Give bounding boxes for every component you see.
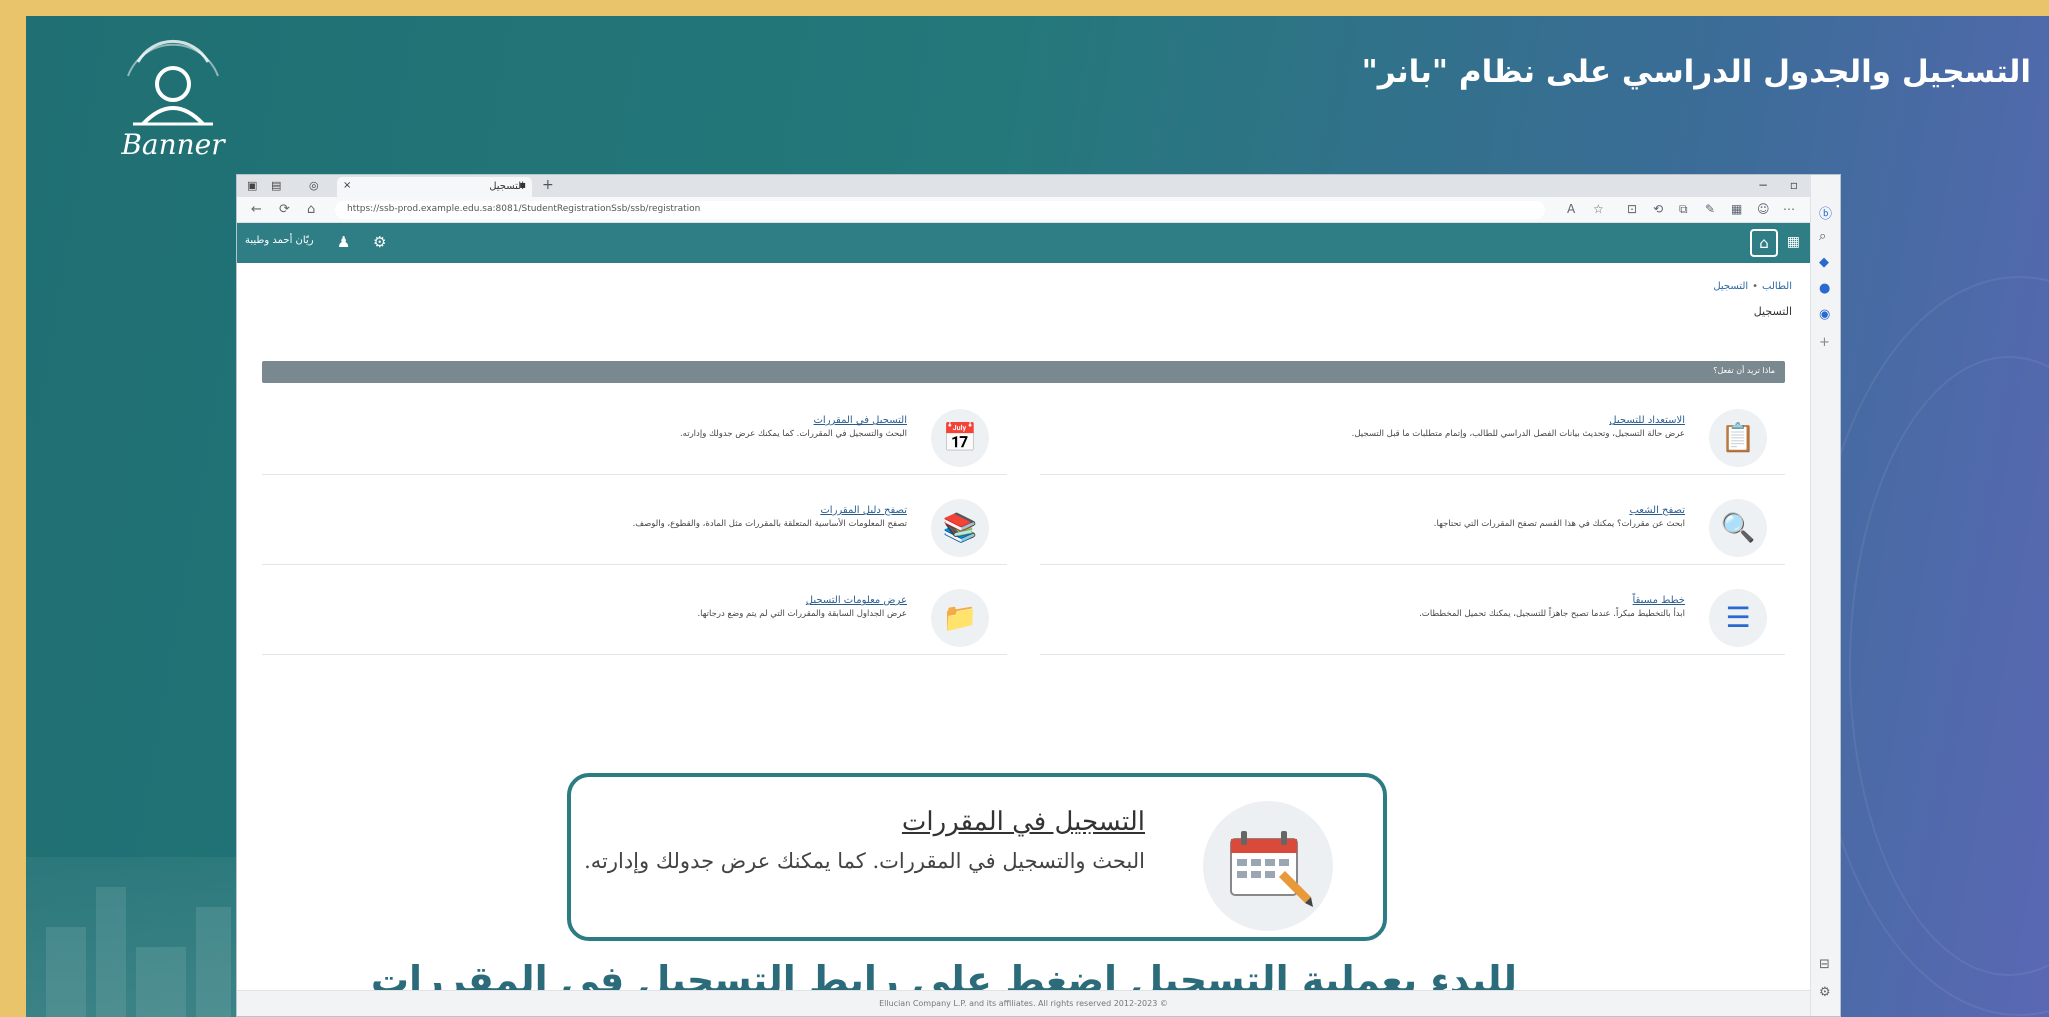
collections-icon[interactable]: ▦ xyxy=(1731,202,1742,216)
split-screen-icon[interactable]: ⊟ xyxy=(1819,957,1830,972)
slide-background: Banner التسجيل والجدول الدراسي على نظام … xyxy=(26,16,2049,1017)
back-icon[interactable]: ← xyxy=(251,202,262,217)
tab-site-icon: ▪ xyxy=(519,180,526,191)
card-browse-classes: 🔍 تصفح الشعب ابحث عن مقررات؟ يمكنك في هذ… xyxy=(1040,485,1785,565)
browser-side-panel: ⓑ ⌕ ◆ ● ◉ + ⊟ ⚙ xyxy=(1810,175,1840,1016)
home-icon[interactable]: ⌂ xyxy=(1750,229,1778,257)
favorite-star-icon[interactable]: ☆ xyxy=(1593,202,1604,216)
browser-tab[interactable]: × التسجيل ▪ xyxy=(337,177,532,197)
banner-logo: Banner xyxy=(98,32,248,162)
browser-window: ▣ ▤ ◎ × التسجيل ▪ + − ▫ × ← ⟳ ⌂ https://… xyxy=(236,174,1841,1017)
page-title: التسجيل xyxy=(1753,305,1792,318)
calendar-edit-icon xyxy=(1203,801,1333,931)
lock-icon: ⌂ xyxy=(307,202,316,217)
banner-logo-icon xyxy=(127,39,219,126)
logo-wordmark: Banner xyxy=(121,128,225,161)
browse-classes-link[interactable]: تصفح الشعب xyxy=(1629,505,1685,516)
callout-description: البحث والتسجيل في المقررات. كما يمكنك عر… xyxy=(584,849,1145,873)
extension-icon[interactable]: ⟲ xyxy=(1653,202,1663,216)
card-description: تصفح المعلومات الأساسية المتعلقة بالمقرر… xyxy=(632,519,907,529)
tab-actions-icon[interactable]: ▤ xyxy=(271,179,285,192)
sidebar-games-icon[interactable]: ● xyxy=(1819,281,1830,296)
minimize-icon[interactable]: − xyxy=(1758,178,1768,192)
calendar-edit-icon: 📅 xyxy=(931,409,989,467)
breadcrumb-registration[interactable]: التسجيل xyxy=(1713,281,1748,292)
address-bar-row: ← ⟳ ⌂ https://ssb-prod.example.edu.sa:80… xyxy=(237,197,1840,223)
user-name[interactable]: ريّان أحمد وطيبة xyxy=(245,235,314,246)
plan-list-icon: ☰ xyxy=(1709,589,1767,647)
url-field[interactable]: https://ssb-prod.example.edu.sa:8081/Stu… xyxy=(335,201,1545,219)
user-icon[interactable]: ♟ xyxy=(337,233,350,251)
slide-title: التسجيل والجدول الدراسي على نظام "بانر" xyxy=(1361,54,2031,90)
bing-chat-icon[interactable]: ⓑ xyxy=(1819,203,1832,222)
course-catalog-link[interactable]: تصفح دليل المقررات xyxy=(820,505,907,516)
card-course-catalog: 📚 تصفح دليل المقررات تصفح المعلومات الأس… xyxy=(262,485,1007,565)
tab-close-icon[interactable]: × xyxy=(343,180,351,191)
search-icon[interactable]: ⌕ xyxy=(1819,229,1826,244)
profile-icon[interactable]: ☺ xyxy=(1757,202,1770,216)
clipboard-icon: 📋 xyxy=(1709,409,1767,467)
banner-app: ريّان أحمد وطيبة ♟ ⚙ ⌂ ▦ الطالب•التسجيل … xyxy=(237,223,1810,1016)
card-plan-ahead: ☰ خطط مسبقاً ابدأ بالتخطيط مبكراً. عندما… xyxy=(1040,575,1785,655)
app-header: ريّان أحمد وطيبة ♟ ⚙ ⌂ ▦ xyxy=(237,223,1810,263)
gear-icon[interactable]: ⚙ xyxy=(373,233,386,251)
folder-icon: 📁 xyxy=(931,589,989,647)
workspace-icon[interactable]: ▣ xyxy=(247,179,261,192)
breadcrumb-student[interactable]: الطالب xyxy=(1762,281,1792,292)
read-aloud-icon[interactable]: A xyxy=(1567,202,1575,216)
sidebar-tools-icon[interactable]: ◆ xyxy=(1819,255,1829,270)
extension-icon[interactable]: ✎ xyxy=(1705,202,1715,216)
card-register-classes: 📅 التسجيل في المقررات البحث والتسجيل في … xyxy=(262,395,1007,475)
extension-icon[interactable]: ⊡ xyxy=(1627,202,1637,216)
section-header: ماذا تريد أن تفعل؟ xyxy=(262,361,1785,383)
card-description: ابحث عن مقررات؟ يمكنك في هذا القسم تصفح … xyxy=(1433,519,1685,529)
card-view-registration-info: 📁 عرض معلومات التسجيل عرض الجداول السابق… xyxy=(262,575,1007,655)
settings-icon[interactable]: ⚙ xyxy=(1819,985,1831,1000)
prepare-registration-link[interactable]: الاستعداد للتسجيل xyxy=(1609,415,1685,426)
card-prepare-registration: 📋 الاستعداد للتسجيل عرض حالة التسجيل، وت… xyxy=(1040,395,1785,475)
footer-copyright: © 2012-2023 Ellucian Company L.P. and it… xyxy=(237,990,1810,1016)
outlook-icon[interactable]: ◉ xyxy=(1819,307,1830,322)
catalog-icon: 📚 xyxy=(931,499,989,557)
extension-icon[interactable]: ⧉ xyxy=(1679,202,1688,217)
breadcrumb: الطالب•التسجيل xyxy=(1713,281,1792,292)
plan-ahead-link[interactable]: خطط مسبقاً xyxy=(1633,595,1685,606)
tab-favicon-icon: ◎ xyxy=(309,179,319,192)
card-description: البحث والتسجيل في المقررات. كما يمكنك عر… xyxy=(679,429,907,439)
menu-dots-icon[interactable]: ⋯ xyxy=(1783,202,1795,216)
app-grid-icon[interactable]: ▦ xyxy=(1787,234,1800,250)
refresh-icon[interactable]: ⟳ xyxy=(279,202,290,217)
register-classes-callout: التسجيل في المقررات البحث والتسجيل في ال… xyxy=(567,773,1387,941)
city-skyline-decoration xyxy=(26,857,256,1017)
view-registration-info-link[interactable]: عرض معلومات التسجيل xyxy=(806,595,907,606)
card-description: ابدأ بالتخطيط مبكراً. عندما تصبح جاهزاً … xyxy=(1419,609,1685,619)
card-description: عرض الجداول السابقة والمقررات التي لم يت… xyxy=(697,609,907,619)
register-classes-link[interactable]: التسجيل في المقررات xyxy=(814,415,908,426)
card-description: عرض حالة التسجيل، وتحديث بيانات الفصل ال… xyxy=(1351,429,1685,439)
callout-title[interactable]: التسجيل في المقررات xyxy=(902,807,1145,837)
new-tab-icon[interactable]: + xyxy=(542,177,554,193)
add-sidebar-icon[interactable]: + xyxy=(1819,335,1830,350)
browser-tab-bar: ▣ ▤ ◎ × التسجيل ▪ + − ▫ × xyxy=(237,175,1840,197)
magnifier-icon: 🔍 xyxy=(1709,499,1767,557)
maximize-icon[interactable]: ▫ xyxy=(1790,178,1798,192)
